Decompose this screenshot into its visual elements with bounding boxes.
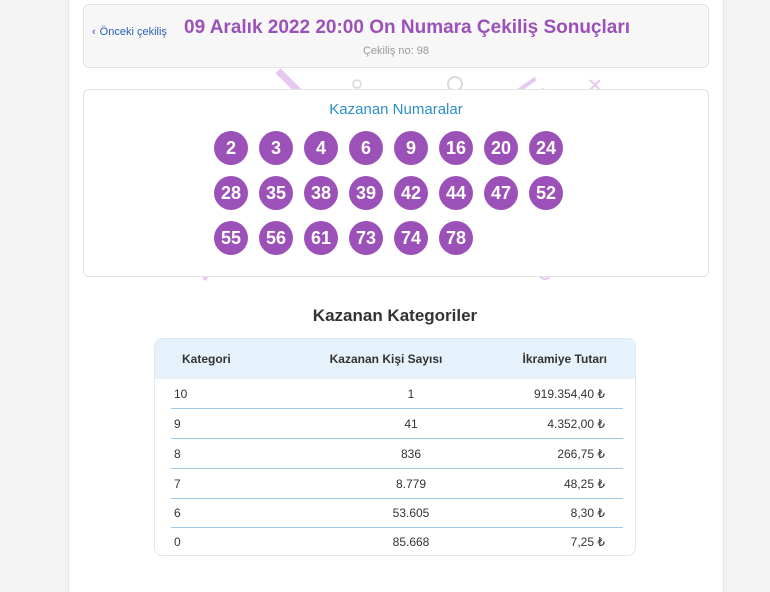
number-ball: 9 xyxy=(394,131,428,165)
page-title: 09 Aralık 2022 20:00 On Numara Çekiliş S… xyxy=(184,17,631,38)
cell-winners: 41 xyxy=(404,417,418,431)
cell-category: 8 xyxy=(174,447,181,461)
cell-winners: 1 xyxy=(407,387,415,401)
number-ball: 28 xyxy=(214,176,248,210)
number-ball: 38 xyxy=(304,176,338,210)
number-ball: 56 xyxy=(259,221,293,255)
table-header: Kategori Kazanan Kişi Sayısı İkramiye Tu… xyxy=(155,339,635,379)
cell-winners: 8.779 xyxy=(395,477,427,491)
number-ball: 4 xyxy=(304,131,338,165)
winning-numbers-panel: Kazanan Numaralar 2 3 4 6 9 16 20 24 28 35 38 39 42 4… xyxy=(83,89,709,277)
table-row: 0 85.668 7,25 ₺ xyxy=(171,527,623,555)
table-row: 7 8.779 48,25 ₺ xyxy=(171,469,623,499)
number-ball: 24 xyxy=(529,131,563,165)
number-ball: 47 xyxy=(484,176,518,210)
number-ball: 78 xyxy=(439,221,473,255)
number-ball: 73 xyxy=(349,221,383,255)
draw-header: ‹ Önceki çekiliş 09 Aralık 2022 20:00 On … xyxy=(83,4,709,68)
chevron-left-icon: ‹ xyxy=(92,26,96,38)
categories-title: Kazanan Kategoriler xyxy=(312,306,478,325)
cell-prize: 8,30 ₺ xyxy=(570,506,605,520)
cell-prize: 919.354,40 ₺ xyxy=(533,387,605,401)
cell-winners: 53.605 xyxy=(392,506,430,520)
previous-draw-label: Önceki çekiliş xyxy=(99,26,167,38)
cell-category: 0 xyxy=(174,535,181,549)
number-ball: 61 xyxy=(304,221,338,255)
number-ball: 42 xyxy=(394,176,428,210)
number-ball: 52 xyxy=(529,176,563,210)
table-row: 10 1 919.354,40 ₺ xyxy=(171,379,623,409)
number-ball: 35 xyxy=(259,176,293,210)
winning-numbers-title: Kazanan Numaralar xyxy=(329,101,463,118)
column-header-category: Kategori xyxy=(182,352,231,366)
number-ball: 39 xyxy=(349,176,383,210)
cell-prize: 266,75 ₺ xyxy=(557,447,605,461)
number-ball: 74 xyxy=(394,221,428,255)
winners-table: Kategori Kazanan Kişi Sayısı İkramiye Tu… xyxy=(154,338,636,556)
cell-prize: 48,25 ₺ xyxy=(564,477,605,491)
number-ball: 55 xyxy=(214,221,248,255)
cell-category: 9 xyxy=(174,417,181,431)
column-header-winners: Kazanan Kişi Sayısı xyxy=(329,352,443,366)
table-row: 8 836 266,75 ₺ xyxy=(171,439,623,469)
cell-category: 10 xyxy=(174,387,188,401)
cell-prize: 7,25 ₺ xyxy=(570,535,605,549)
number-ball: 6 xyxy=(349,131,383,165)
table-row: 9 41 4.352,00 ₺ xyxy=(171,409,623,439)
cell-category: 6 xyxy=(174,506,181,520)
column-header-prize: İkramiye Tutarı xyxy=(522,352,607,366)
number-ball: 20 xyxy=(484,131,518,165)
cell-category: 7 xyxy=(174,477,181,491)
previous-draw-link[interactable]: ‹ Önceki çekiliş xyxy=(92,26,167,38)
number-ball: 16 xyxy=(439,131,473,165)
number-ball: 3 xyxy=(259,131,293,165)
table-row: 6 53.605 8,30 ₺ xyxy=(171,498,623,528)
cell-winners: 836 xyxy=(400,447,422,461)
cell-winners: 85.668 xyxy=(392,535,430,549)
number-ball: 44 xyxy=(439,176,473,210)
cell-prize: 4.352,00 ₺ xyxy=(547,417,605,431)
number-ball: 2 xyxy=(214,131,248,165)
draw-number: Çekiliş no: 98 xyxy=(362,45,430,57)
